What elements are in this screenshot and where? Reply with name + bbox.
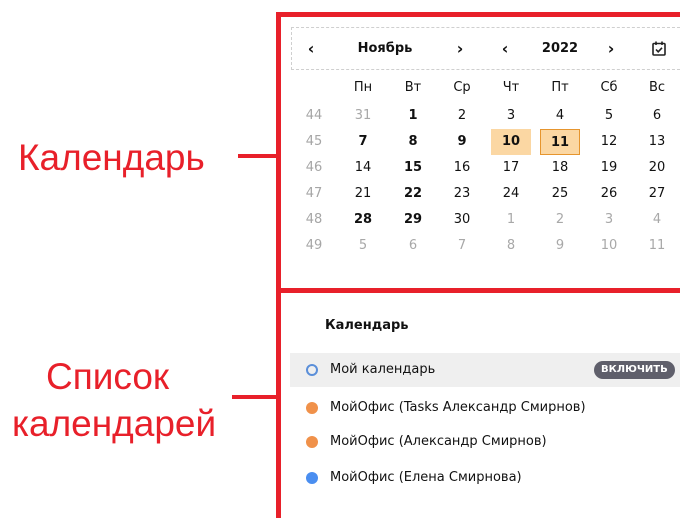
week-number: 46 bbox=[305, 160, 323, 175]
prev-month-button[interactable]: ‹ bbox=[298, 28, 324, 69]
day-cell[interactable]: 2 bbox=[442, 103, 482, 129]
calendar-list-item-label: Мой календарь bbox=[330, 362, 436, 377]
day-cell[interactable]: 8 bbox=[393, 129, 433, 155]
calendar-list-item[interactable]: МойОфис (Александр Смирнов) bbox=[290, 425, 680, 459]
day-cell[interactable]: 16 bbox=[442, 155, 482, 181]
annotation-frame-top bbox=[276, 12, 680, 17]
day-cell[interactable]: 4 bbox=[540, 103, 580, 129]
day-cell[interactable]: 18 bbox=[540, 155, 580, 181]
day-cell[interactable]: 1 bbox=[393, 103, 433, 129]
day-cell[interactable]: 23 bbox=[442, 181, 482, 207]
week-number: 49 bbox=[305, 238, 323, 253]
day-cell[interactable]: 11 bbox=[637, 233, 677, 259]
day-cell[interactable]: 3 bbox=[589, 207, 629, 233]
year-label[interactable]: 2022 bbox=[530, 28, 590, 69]
day-cell[interactable]: 21 bbox=[343, 181, 383, 207]
calendar-list-item-label: МойОфис (Tasks Александр Смирнов) bbox=[330, 400, 586, 415]
calendars-list-title: Календарь bbox=[325, 318, 409, 333]
week-number: 48 bbox=[305, 212, 323, 227]
day-cell[interactable]: 2 bbox=[540, 207, 580, 233]
day-cell[interactable]: 19 bbox=[589, 155, 629, 181]
day-cell[interactable]: 9 bbox=[540, 233, 580, 259]
next-year-button[interactable]: › bbox=[598, 28, 624, 69]
calendar-header: ‹ Ноябрь › ‹ 2022 › bbox=[291, 27, 680, 70]
weekday-header: Чт bbox=[502, 80, 520, 95]
day-cell[interactable]: 9 bbox=[442, 129, 482, 155]
next-month-button[interactable]: › bbox=[447, 28, 473, 69]
weekday-header: Вс bbox=[648, 80, 666, 95]
day-cell[interactable]: 20 bbox=[637, 155, 677, 181]
calendar-callout-label: Календарь bbox=[18, 137, 205, 178]
week-number: 44 bbox=[305, 108, 323, 123]
calendar-list-item[interactable]: Мой календарь ВКЛЮЧИТЬ bbox=[290, 353, 680, 387]
day-cell[interactable]: 30 bbox=[442, 207, 482, 233]
enable-calendar-button[interactable]: ВКЛЮЧИТЬ bbox=[594, 361, 675, 379]
chevron-left-icon: ‹ bbox=[501, 39, 509, 58]
calendar-color-ring-icon bbox=[306, 364, 318, 376]
chevron-right-icon: › bbox=[456, 39, 464, 58]
day-cell[interactable]: 24 bbox=[491, 181, 531, 207]
weekday-header: Сб bbox=[600, 80, 618, 95]
calendar-check-icon bbox=[652, 41, 666, 56]
day-cell[interactable]: 8 bbox=[491, 233, 531, 259]
day-cell[interactable]: 7 bbox=[442, 233, 482, 259]
list-callout-label-line1: Список bbox=[46, 356, 170, 397]
month-label[interactable]: Ноябрь bbox=[350, 28, 420, 69]
annotation-frame-left-lower bbox=[276, 293, 281, 518]
calendar-callout-line bbox=[238, 154, 278, 158]
day-cell[interactable]: 5 bbox=[343, 233, 383, 259]
day-cell[interactable]: 28 bbox=[343, 207, 383, 233]
day-cell[interactable]: 17 bbox=[491, 155, 531, 181]
day-cell[interactable]: 10 bbox=[589, 233, 629, 259]
day-cell[interactable]: 22 bbox=[393, 181, 433, 207]
chevron-right-icon: › bbox=[607, 39, 615, 58]
weekday-header: Пн bbox=[353, 80, 373, 95]
day-cell[interactable]: 27 bbox=[637, 181, 677, 207]
day-cell[interactable]: 7 bbox=[343, 129, 383, 155]
day-cell-selected[interactable]: 10 bbox=[491, 129, 531, 155]
calendar-list-item[interactable]: МойОфис (Елена Смирнова) bbox=[290, 461, 680, 495]
list-callout-label-line2: календарей bbox=[12, 403, 217, 444]
day-cell[interactable]: 12 bbox=[589, 129, 629, 155]
annotation-frame-middle bbox=[276, 288, 680, 293]
weekday-header: Вт bbox=[404, 80, 422, 95]
day-cell[interactable]: 15 bbox=[393, 155, 433, 181]
list-callout-line bbox=[232, 395, 278, 399]
calendar-color-dot-icon bbox=[306, 436, 318, 448]
weekday-header: Пт bbox=[551, 80, 569, 95]
day-cell[interactable]: 5 bbox=[589, 103, 629, 129]
prev-year-button[interactable]: ‹ bbox=[492, 28, 518, 69]
day-cell[interactable]: 1 bbox=[491, 207, 531, 233]
annotation-frame-left-upper bbox=[276, 12, 281, 290]
calendar-color-dot-icon bbox=[306, 402, 318, 414]
day-cell[interactable]: 6 bbox=[393, 233, 433, 259]
day-cell[interactable]: 14 bbox=[343, 155, 383, 181]
calendar-list-item[interactable]: МойОфис (Tasks Александр Смирнов) bbox=[290, 391, 680, 425]
calendar-color-dot-icon bbox=[306, 472, 318, 484]
day-cell[interactable]: 31 bbox=[343, 103, 383, 129]
calendar-list-item-label: МойОфис (Елена Смирнова) bbox=[330, 470, 522, 485]
chevron-left-icon: ‹ bbox=[307, 39, 315, 58]
week-number: 47 bbox=[305, 186, 323, 201]
calendar-list-item-label: МойОфис (Александр Смирнов) bbox=[330, 434, 547, 449]
today-button[interactable] bbox=[647, 28, 671, 69]
day-cell[interactable]: 26 bbox=[589, 181, 629, 207]
day-cell[interactable]: 29 bbox=[393, 207, 433, 233]
day-cell[interactable]: 3 bbox=[491, 103, 531, 129]
day-cell[interactable]: 13 bbox=[637, 129, 677, 155]
week-number: 45 bbox=[305, 134, 323, 149]
day-cell[interactable]: 4 bbox=[637, 207, 677, 233]
day-cell-today[interactable]: 11 bbox=[540, 129, 580, 155]
weekday-header: Ср bbox=[453, 80, 471, 95]
day-cell[interactable]: 25 bbox=[540, 181, 580, 207]
day-cell[interactable]: 6 bbox=[637, 103, 677, 129]
